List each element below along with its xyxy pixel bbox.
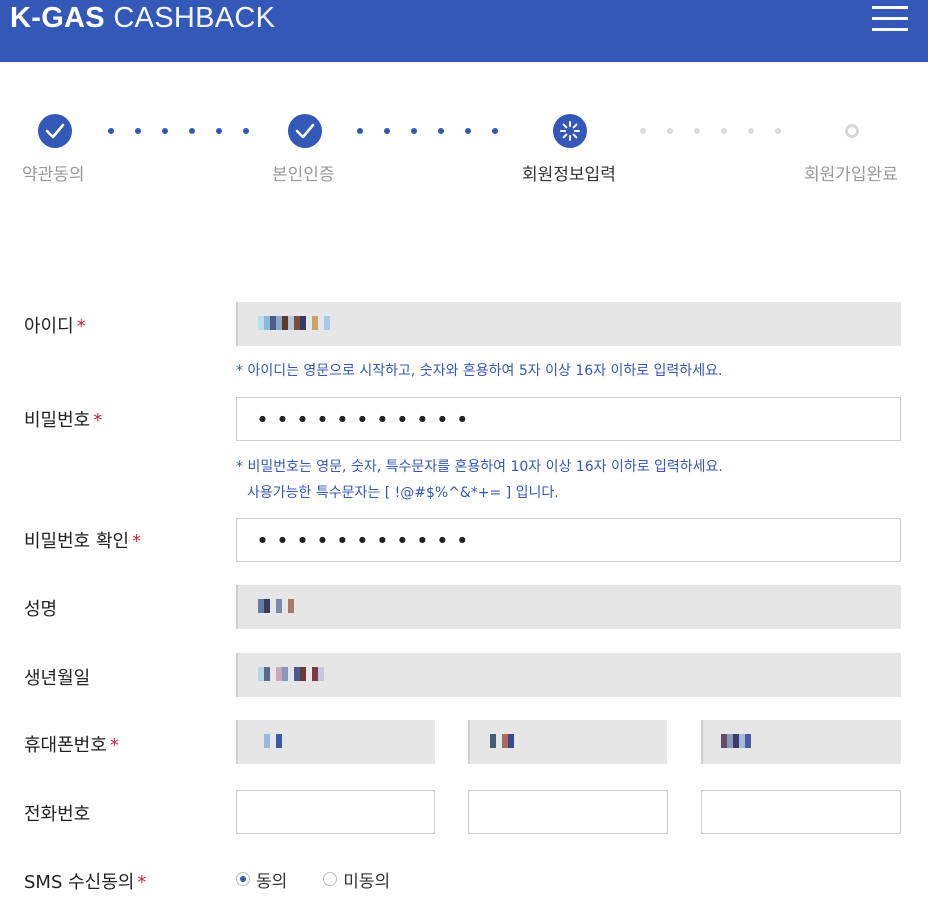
birth-label: 생년월일	[24, 668, 91, 689]
step-done-check-icon	[288, 114, 322, 148]
required-mark: *	[137, 872, 147, 893]
password-label: 비밀번호 *	[24, 410, 103, 431]
logo-bold-text: K-GAS	[10, 2, 105, 34]
step-connector-dots	[640, 128, 781, 134]
required-mark: *	[93, 410, 103, 431]
hamburger-menu-icon[interactable]	[872, 6, 908, 32]
redacted-value	[258, 599, 294, 613]
redacted-value	[258, 316, 330, 330]
phone-part2-field[interactable]	[468, 790, 668, 834]
sms-disagree-radio[interactable]	[323, 872, 338, 886]
sms-consent-label: SMS 수신동의 *	[24, 872, 147, 893]
step-done-check-icon	[38, 114, 72, 148]
redacted-value	[721, 734, 751, 748]
name-label: 성명	[24, 599, 58, 620]
redacted-value	[490, 734, 514, 748]
mobile-part2-field[interactable]	[468, 720, 667, 764]
birth-field[interactable]	[236, 653, 901, 697]
sms-disagree-label[interactable]: 미동의	[343, 867, 390, 892]
required-mark: *	[132, 531, 142, 552]
redacted-value	[258, 667, 324, 681]
step-label-terms: 약관동의	[22, 165, 85, 185]
required-mark: *	[76, 316, 86, 337]
step-connector-dots	[108, 128, 249, 134]
step-label-verification: 본인인증	[272, 165, 335, 185]
password-masked-value: ●●●●●●●●●●●	[259, 414, 479, 423]
phone-part1-field[interactable]	[236, 790, 435, 834]
app-header: K-GAS CASHBACK	[0, 0, 928, 62]
step-connector-dots	[357, 128, 498, 134]
step-label-complete: 회원가입완료	[804, 165, 898, 185]
phone-part3-field[interactable]	[701, 790, 901, 834]
id-label: 아이디 *	[24, 316, 86, 337]
password-confirm-masked-value: ●●●●●●●●●●●	[259, 535, 479, 544]
password-hint: * 비밀번호는 영문, 숫자, 특수문자를 혼용하여 10자 이상 16자 이하…	[236, 459, 723, 475]
step-pending-empty-circle-icon	[845, 124, 859, 138]
redacted-value	[258, 734, 282, 748]
sms-consent-radio-group: 동의 미동의	[236, 867, 390, 892]
required-mark: *	[109, 735, 119, 756]
mobile-part3-field[interactable]	[701, 720, 901, 764]
sms-agree-radio[interactable]	[236, 872, 250, 886]
logo-light-text: CASHBACK	[113, 2, 276, 34]
password-confirm-label: 비밀번호 확인 *	[24, 531, 142, 552]
password-hint-special-chars: 사용가능한 특수문자는 [ !@#$%^&*+= ] 입니다.	[247, 485, 559, 501]
password-field[interactable]: ●●●●●●●●●●●	[236, 397, 901, 441]
id-hint: * 아이디는 영문으로 시작하고, 숫자와 혼용하여 5자 이상 16자 이하로…	[236, 363, 723, 379]
sms-agree-label[interactable]: 동의	[256, 867, 287, 892]
phone-label: 전화번호	[24, 804, 91, 825]
id-field[interactable]	[236, 302, 901, 346]
step-current-loading-spinner-icon	[553, 114, 587, 148]
logo[interactable]: K-GAS CASHBACK	[10, 2, 275, 35]
mobile-part1-field[interactable]	[236, 720, 435, 764]
mobile-label: 휴대폰번호 *	[24, 735, 119, 756]
step-label-member-info: 회원정보입력	[522, 165, 616, 185]
password-confirm-field[interactable]: ●●●●●●●●●●●	[236, 518, 901, 562]
name-field[interactable]	[236, 585, 901, 629]
